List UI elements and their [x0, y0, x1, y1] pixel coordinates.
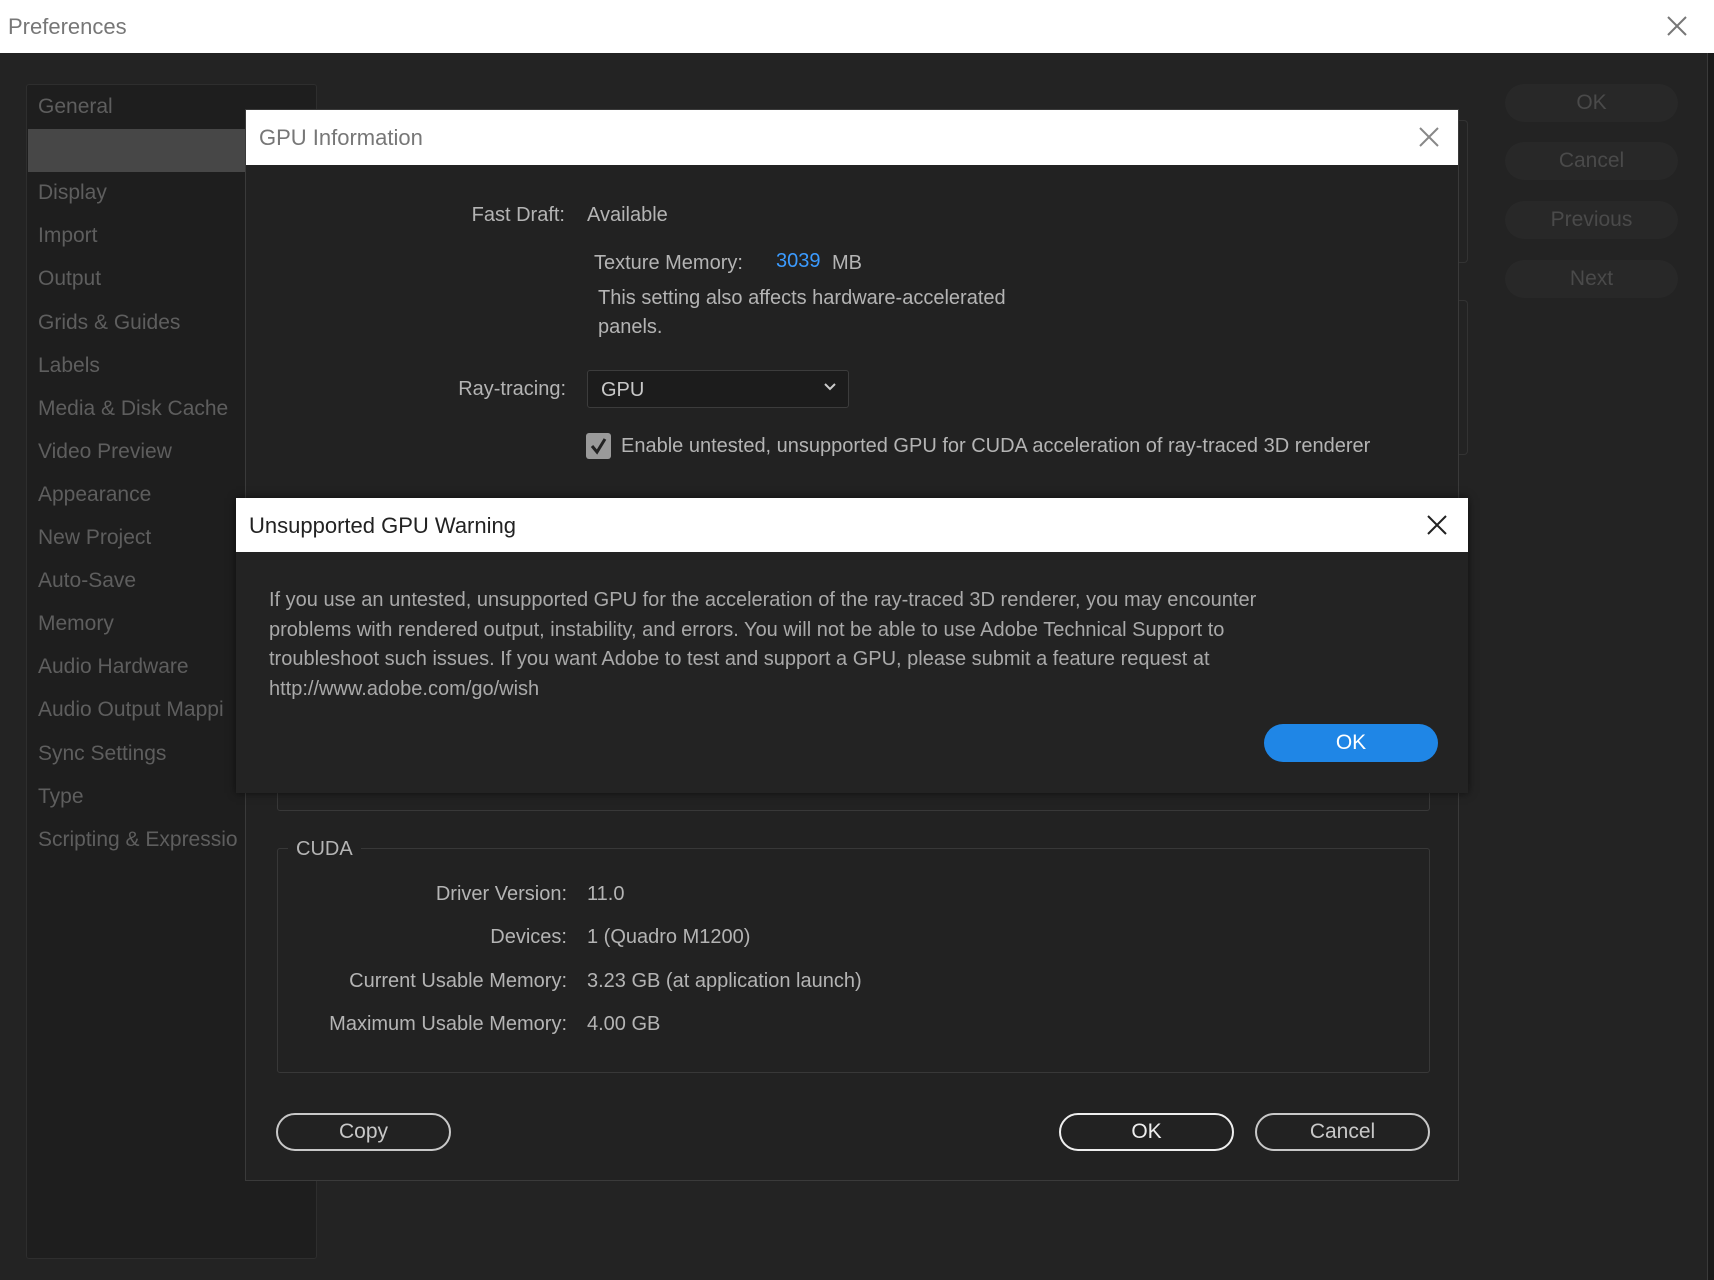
ray-tracing-value: GPU — [601, 379, 645, 401]
close-icon — [1419, 127, 1439, 147]
pref-ok-button[interactable]: OK — [1505, 84, 1678, 122]
cuda-row-label: Current Usable Memory: — [349, 969, 567, 992]
sidebar-selected-item[interactable] — [28, 129, 248, 172]
sidebar-item[interactable]: Auto-Save — [38, 569, 136, 593]
checkmark-icon — [590, 438, 607, 455]
close-icon — [1667, 16, 1687, 36]
cuda-row-label: Driver Version: — [435, 883, 567, 905]
pref-cancel-button[interactable]: Cancel — [1505, 142, 1678, 180]
warning-close-button[interactable] — [1424, 512, 1450, 538]
sidebar-item[interactable]: Audio Output Mappi — [38, 698, 224, 722]
sidebar-item[interactable]: New Project — [38, 526, 151, 550]
window-title: Preferences — [8, 14, 127, 39]
sidebar-item[interactable]: Appearance — [38, 483, 151, 507]
sidebar-item[interactable]: Scripting & Expressio — [38, 828, 238, 852]
gpu-cancel-button[interactable]: Cancel — [1255, 1113, 1430, 1151]
warning-link[interactable]: http://www.adobe.com/go/wish — [269, 675, 1399, 705]
warning-line: problems with rendered output, instabili… — [269, 618, 1225, 641]
enable-unsupported-gpu-label: Enable untested, unsupported GPU for CUD… — [621, 435, 1371, 457]
cuda-row-label: Maximum Usable Memory: — [329, 1012, 567, 1035]
cuda-row-value: 11.0 — [587, 883, 625, 905]
cuda-row-label: Devices: — [490, 926, 567, 949]
dialog-header: GPU Information — [246, 110, 1458, 165]
warning-ok-button[interactable]: OK — [1264, 724, 1438, 762]
gpu-ok-button[interactable]: OK — [1059, 1113, 1234, 1151]
dialog-header: Unsupported GPU Warning — [236, 498, 1468, 552]
texture-memory-value[interactable]: 3039 — [776, 250, 821, 273]
texture-note: panels. — [598, 316, 663, 338]
unsupported-gpu-warning-dialog: Unsupported GPU Warning If you use an un… — [236, 498, 1468, 793]
sidebar-item[interactable]: Import — [38, 224, 98, 248]
enable-unsupported-gpu-checkbox[interactable] — [586, 433, 611, 459]
copy-button[interactable]: Copy — [276, 1113, 451, 1151]
sidebar-item[interactable]: Output — [38, 267, 101, 291]
ray-tracing-label: Ray-tracing: — [458, 378, 566, 400]
ray-tracing-dropdown[interactable]: GPU — [587, 370, 849, 408]
cuda-row-value: 4.00 GB — [587, 1012, 661, 1035]
scrollbar[interactable] — [1707, 53, 1714, 1280]
pref-next-button[interactable]: Next — [1505, 260, 1678, 298]
close-icon — [1427, 515, 1447, 535]
sidebar-item[interactable]: Display — [38, 181, 107, 205]
sidebar-item[interactable]: Memory — [38, 612, 114, 636]
texture-note: This setting also affects hardware-accel… — [598, 287, 1006, 309]
dialog-title: GPU Information — [259, 125, 423, 150]
sidebar-item[interactable]: General — [38, 95, 113, 119]
sidebar-item[interactable]: Sync Settings — [38, 742, 166, 766]
warning-line: If you use an untested, unsupported GPU … — [269, 589, 1257, 611]
window-close-button[interactable] — [1664, 13, 1690, 39]
sidebar-item[interactable]: Video Preview — [38, 440, 172, 464]
sidebar-item[interactable]: Grids & Guides — [38, 311, 180, 335]
chevron-down-icon — [824, 383, 836, 391]
cuda-row-value: 3.23 GB (at application launch) — [587, 969, 862, 992]
pref-previous-button[interactable]: Previous — [1505, 201, 1678, 239]
fast-draft-value: Available — [587, 204, 668, 226]
texture-memory-unit: MB — [832, 252, 862, 274]
sidebar-item[interactable]: Type — [38, 785, 84, 809]
sidebar-item[interactable]: Media & Disk Cache — [38, 397, 228, 421]
cuda-group — [277, 848, 1430, 1073]
warning-message: If you use an untested, unsupported GPU … — [269, 586, 1399, 704]
cuda-row-value: 1 (Quadro M1200) — [587, 926, 751, 949]
sidebar-item[interactable]: Labels — [38, 354, 100, 378]
gpu-dialog-close-button[interactable] — [1416, 124, 1442, 150]
warning-line: troubleshoot such issues. If you want Ad… — [269, 648, 1210, 670]
fast-draft-label: Fast Draft: — [471, 204, 565, 226]
window-titlebar: Preferences — [0, 0, 1714, 53]
cuda-group-title: CUDA — [288, 838, 361, 861]
dialog-title: Unsupported GPU Warning — [249, 513, 516, 538]
texture-memory-label: Texture Memory: — [594, 252, 743, 274]
sidebar-item[interactable]: Audio Hardware — [38, 655, 189, 679]
